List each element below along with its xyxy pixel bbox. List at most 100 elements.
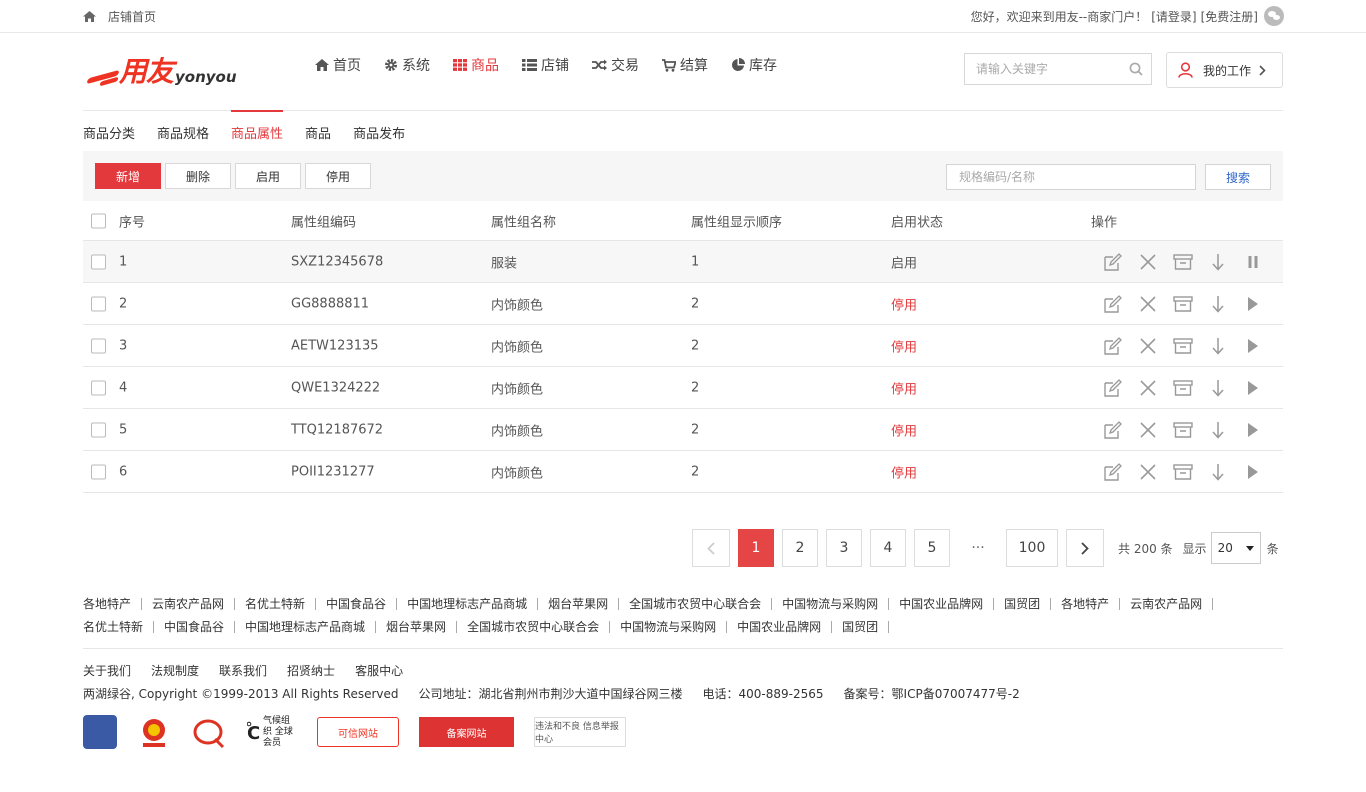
my-work-button[interactable]: 我的工作 [1166, 52, 1283, 88]
login-link[interactable]: [请登录] [1151, 8, 1196, 25]
search-icon[interactable] [1129, 62, 1143, 76]
delete-icon[interactable] [1130, 421, 1165, 438]
archive-icon[interactable] [1165, 421, 1200, 438]
tab-goods-publish[interactable]: 商品发布 [353, 111, 405, 151]
play-icon[interactable] [1235, 422, 1270, 438]
footer-link-about[interactable]: 关于我们 [83, 662, 131, 679]
delete-button[interactable]: 删除 [165, 163, 231, 189]
friend-link[interactable]: 国贸团 [1004, 598, 1052, 610]
row-checkbox[interactable] [91, 296, 106, 311]
friend-link[interactable]: 国贸团 [842, 621, 890, 633]
play-icon[interactable] [1235, 464, 1270, 480]
enable-button[interactable]: 启用 [235, 163, 301, 189]
nav-item-shop[interactable]: 店铺 [522, 55, 569, 75]
friend-link[interactable]: 云南农产品网 [1130, 598, 1214, 610]
arrow-down-icon[interactable] [1200, 253, 1235, 271]
yonyou-logo[interactable]: 用友 yonyou [89, 50, 237, 90]
friend-link[interactable]: 中国物流与采购网 [782, 598, 890, 610]
arrow-down-icon[interactable] [1200, 421, 1235, 439]
record-site-badge[interactable]: 备案网站 [419, 717, 514, 747]
keyword-search-input[interactable] [965, 54, 1115, 84]
friend-link[interactable]: 烟台苹果网 [386, 621, 458, 633]
footer-link-contact[interactable]: 联系我们 [219, 662, 267, 679]
prev-page-button[interactable] [692, 529, 730, 567]
page-size-select[interactable]: 20 [1210, 532, 1261, 564]
footer-link-jobs[interactable]: 招贤纳士 [287, 662, 335, 679]
nav-item-stock[interactable]: 库存 [731, 55, 777, 75]
delete-icon[interactable] [1130, 295, 1165, 312]
arrow-down-icon[interactable] [1200, 463, 1235, 481]
edit-icon[interactable] [1095, 294, 1130, 313]
nav-item-goods[interactable]: 商品 [453, 55, 499, 75]
arrow-down-icon[interactable] [1200, 295, 1235, 313]
register-link[interactable]: [免费注册] [1201, 8, 1258, 25]
friend-link[interactable]: 各地特产 [1061, 598, 1121, 610]
add-button[interactable]: 新增 [95, 163, 161, 189]
page-3[interactable]: 3 [826, 529, 862, 567]
friend-link[interactable]: 名优土特新 [83, 621, 155, 633]
footer-link-service[interactable]: 客服中心 [355, 662, 403, 679]
row-checkbox[interactable] [91, 380, 106, 395]
delete-icon[interactable] [1130, 463, 1165, 480]
play-icon[interactable] [1235, 296, 1270, 312]
friend-link[interactable]: 云南农产品网 [152, 598, 236, 610]
friend-link[interactable]: 全国城市农贸中心联合会 [629, 598, 773, 610]
friend-link[interactable]: 中国农业品牌网 [899, 598, 995, 610]
next-page-button[interactable] [1066, 529, 1104, 567]
shop-home-link[interactable]: 店铺首页 [83, 8, 156, 25]
nav-item-home[interactable]: 首页 [315, 55, 361, 75]
footer-link-rules[interactable]: 法规制度 [151, 662, 199, 679]
edit-icon[interactable] [1095, 252, 1130, 271]
friend-link[interactable]: 全国城市农贸中心联合会 [467, 621, 611, 633]
friend-link[interactable]: 名优土特新 [245, 598, 317, 610]
police-badge-icon[interactable] [83, 715, 117, 749]
delete-icon[interactable] [1130, 337, 1165, 354]
tab-goods-spec[interactable]: 商品规格 [157, 111, 209, 151]
edit-icon[interactable] [1095, 420, 1130, 439]
play-icon[interactable] [1235, 338, 1270, 354]
wechat-icon[interactable] [1264, 6, 1284, 26]
nav-item-settlement[interactable]: 结算 [662, 55, 708, 75]
tab-goods-attribute[interactable]: 商品属性 [231, 110, 284, 151]
archive-icon[interactable] [1165, 463, 1200, 480]
friend-link[interactable]: 中国物流与采购网 [620, 621, 728, 633]
delete-icon[interactable] [1130, 253, 1165, 270]
page-last[interactable]: 100 [1006, 529, 1058, 567]
emblem-badge-icon[interactable] [137, 715, 171, 749]
search-button[interactable]: 搜索 [1205, 164, 1271, 190]
friend-link[interactable]: 烟台苹果网 [548, 598, 620, 610]
quality-badge-icon[interactable] [191, 715, 227, 749]
row-checkbox[interactable] [91, 338, 106, 353]
friend-link[interactable]: 中国食品谷 [326, 598, 398, 610]
page-1[interactable]: 1 [738, 529, 774, 567]
friend-link[interactable]: 各地特产 [83, 598, 143, 610]
trusted-site-badge[interactable]: 可信网站 [317, 717, 399, 747]
archive-icon[interactable] [1165, 253, 1200, 270]
nav-item-system[interactable]: 系统 [384, 55, 430, 75]
row-checkbox[interactable] [91, 422, 106, 437]
disable-button[interactable]: 停用 [305, 163, 371, 189]
friend-link[interactable]: 中国食品谷 [164, 621, 236, 633]
select-all-checkbox[interactable] [91, 213, 106, 228]
tab-goods-category[interactable]: 商品分类 [83, 111, 135, 151]
archive-icon[interactable] [1165, 337, 1200, 354]
page-4[interactable]: 4 [870, 529, 906, 567]
delete-icon[interactable] [1130, 379, 1165, 396]
friend-link[interactable]: 中国地理标志产品商城 [407, 598, 539, 610]
friend-link[interactable]: 中国农业品牌网 [737, 621, 833, 633]
pause-icon[interactable] [1235, 255, 1270, 269]
arrow-down-icon[interactable] [1200, 379, 1235, 397]
tab-goods[interactable]: 商品 [305, 111, 331, 151]
climate-badge[interactable]: C 气候组织 全球会员 [247, 716, 297, 749]
arrow-down-icon[interactable] [1200, 337, 1235, 355]
edit-icon[interactable] [1095, 378, 1130, 397]
spec-keyword-input[interactable] [946, 164, 1196, 190]
play-icon[interactable] [1235, 380, 1270, 396]
page-5[interactable]: 5 [914, 529, 950, 567]
page-2[interactable]: 2 [782, 529, 818, 567]
edit-icon[interactable] [1095, 462, 1130, 481]
row-checkbox[interactable] [91, 464, 106, 479]
edit-icon[interactable] [1095, 336, 1130, 355]
friend-link[interactable]: 中国地理标志产品商城 [245, 621, 377, 633]
report-center-badge[interactable]: 违法和不良 信息举报中心 [534, 717, 626, 747]
